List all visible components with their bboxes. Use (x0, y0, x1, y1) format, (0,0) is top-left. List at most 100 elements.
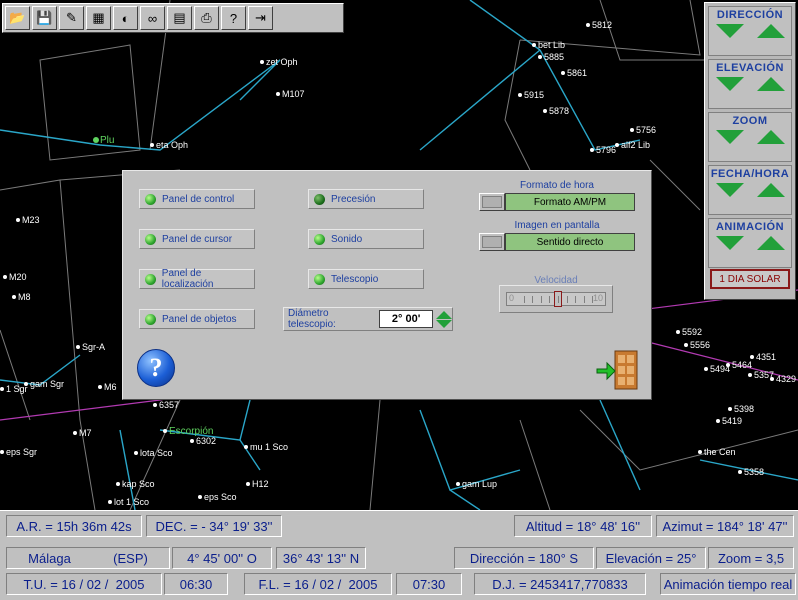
edit-icon: ✎ (66, 10, 77, 25)
binoculars-button[interactable]: ∞ (140, 6, 165, 30)
star-marker[interactable] (738, 470, 742, 474)
help-button[interactable]: ? (221, 6, 246, 30)
option-label: Panel de localización (161, 268, 214, 290)
star-marker[interactable] (198, 495, 202, 499)
time-format-value: Formato AM/PM (505, 193, 635, 211)
speed-slider[interactable]: 0 10 (499, 285, 613, 313)
star-marker[interactable] (561, 71, 565, 75)
star-marker[interactable] (0, 450, 4, 454)
arrow-down-icon[interactable] (436, 319, 452, 328)
telescope-diameter-input[interactable]: 2° 00' (379, 310, 433, 328)
animation-title: ANIMACIÓN (715, 221, 785, 233)
star-marker[interactable] (726, 363, 730, 367)
option-options_left-1[interactable]: Panel de cursor (139, 229, 255, 249)
star-marker[interactable] (456, 482, 460, 486)
star-marker[interactable] (518, 93, 522, 97)
star-marker[interactable] (716, 419, 720, 423)
edit-button[interactable]: ✎ (59, 6, 84, 30)
star-marker[interactable] (93, 137, 99, 143)
star-marker[interactable] (543, 109, 547, 113)
animation-increase-arrow-icon[interactable] (756, 236, 785, 250)
star-marker[interactable] (0, 387, 4, 391)
star-marker[interactable] (12, 295, 16, 299)
star-marker[interactable] (590, 148, 594, 152)
star-marker[interactable] (98, 385, 102, 389)
elevation-decrease-arrow-icon[interactable] (715, 77, 744, 91)
option-options_mid-0[interactable]: Precesión (308, 189, 424, 209)
elevation-increase-arrow-icon[interactable] (756, 77, 785, 91)
zoom-increase-arrow-icon[interactable] (756, 130, 785, 144)
star-label: 5464 (732, 360, 752, 370)
city-name: Málaga (28, 550, 71, 566)
screen-image-switch[interactable] (479, 233, 505, 251)
star-marker[interactable] (676, 330, 680, 334)
star-marker[interactable] (153, 403, 157, 407)
star-label: M23 (22, 215, 40, 225)
direction-increase-arrow-icon[interactable] (756, 24, 785, 38)
telescope-diameter-label: Diámetro telescopio: (288, 308, 336, 330)
panel-button[interactable]: ▤ (167, 6, 192, 30)
star-marker[interactable] (748, 373, 752, 377)
star-marker[interactable] (134, 451, 138, 455)
star-marker[interactable] (116, 482, 120, 486)
moon-phase-button[interactable]: ◐ (113, 6, 138, 30)
option-options_mid-2[interactable]: Telescopio (308, 269, 424, 289)
star-marker[interactable] (704, 367, 708, 371)
star-label: 5796 (596, 145, 616, 155)
universal-time-date: T.U. = 16 / 02 / 2005 (6, 573, 162, 595)
arrow-up-icon[interactable] (436, 310, 452, 319)
star-marker[interactable] (532, 43, 536, 47)
star-marker[interactable] (73, 431, 77, 435)
star-marker[interactable] (770, 377, 774, 381)
star-marker[interactable] (150, 143, 154, 147)
date-time-decrease-arrow-icon[interactable] (715, 183, 744, 197)
star-marker[interactable] (615, 143, 619, 147)
star-marker[interactable] (750, 355, 754, 359)
help-button[interactable]: ? (137, 349, 175, 387)
animation-decrease-arrow-icon[interactable] (715, 236, 744, 250)
star-marker[interactable] (76, 345, 80, 349)
star-marker[interactable] (586, 23, 590, 27)
time-format-label: Formato de hora (520, 180, 594, 191)
star-marker[interactable] (108, 500, 112, 504)
star-marker[interactable] (244, 445, 248, 449)
open-button[interactable]: 📂 (5, 6, 30, 30)
star-marker[interactable] (698, 450, 702, 454)
close-dialog-button[interactable] (595, 347, 643, 391)
julian-day: D.J. = 2453417,770833 (474, 573, 646, 595)
time-format-toggle[interactable]: Formato AM/PM (479, 193, 635, 211)
star-marker[interactable] (684, 343, 688, 347)
star-label: 5756 (636, 125, 656, 135)
option-options_left-3[interactable]: Panel de objetos (139, 309, 255, 329)
star-marker[interactable] (276, 92, 280, 96)
star-marker[interactable] (728, 407, 732, 411)
elevation-control-group: ELEVACIÓN (708, 59, 792, 109)
date-time-increase-arrow-icon[interactable] (756, 183, 785, 197)
option-options_left-2[interactable]: Panel de localización (139, 268, 255, 290)
star-marker[interactable] (3, 275, 7, 279)
option-label: Sonido (331, 233, 363, 245)
time-format-switch[interactable] (479, 193, 505, 211)
star-marker[interactable] (630, 128, 634, 132)
option-options_mid-1[interactable]: Sonido (308, 229, 424, 249)
calendar-button[interactable]: ▦ (86, 6, 111, 30)
print-button[interactable]: ⎙ (194, 6, 219, 30)
zoom-decrease-arrow-icon[interactable] (715, 130, 744, 144)
direction-decrease-arrow-icon[interactable] (715, 24, 744, 38)
exit-button[interactable]: ⇥ (248, 6, 273, 30)
star-label: M8 (18, 292, 31, 302)
star-marker[interactable] (246, 482, 250, 486)
star-marker[interactable] (16, 218, 20, 222)
save-button[interactable]: 💾 (32, 6, 57, 30)
star-marker[interactable] (190, 439, 194, 443)
telescope-diameter-stepper[interactable] (436, 310, 452, 328)
star-marker[interactable] (260, 60, 264, 64)
solar-day-button[interactable]: 1 DIA SOLAR (710, 269, 790, 289)
option-options_left-0[interactable]: Panel de control (139, 189, 255, 209)
star-marker[interactable] (538, 55, 542, 59)
elevation-title: ELEVACIÓN (716, 62, 784, 74)
zoom-control-group: ZOOM (708, 112, 792, 162)
star-marker[interactable] (163, 429, 167, 433)
navigation-panel: DIRECCIÓN ELEVACIÓN ZOOM FECHA/HORA ANIMACIÓ… (704, 2, 796, 300)
screen-image-toggle[interactable]: Sentido directo (479, 233, 635, 251)
